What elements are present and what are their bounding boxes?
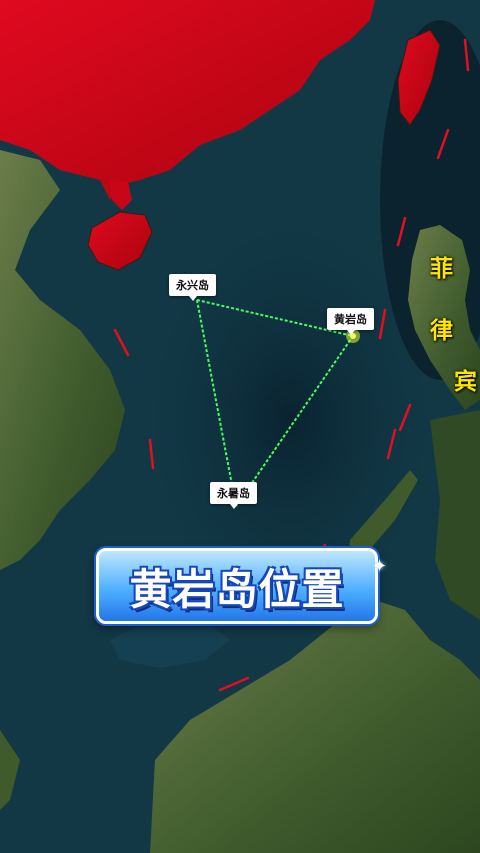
- label-yongshu-island: 永暑岛: [210, 482, 257, 509]
- title-banner: 黄岩岛位置: [96, 548, 378, 624]
- label-yongxing-island: 永兴岛: [169, 274, 216, 301]
- sparkle-icon: ✦: [372, 556, 388, 577]
- banner-title: 黄岩岛位置: [129, 564, 345, 614]
- philippines-label-char-1: 菲: [430, 256, 453, 282]
- label-huangyan-island: 黄岩岛: [327, 308, 374, 335]
- philippines-label-char-2: 律: [430, 318, 453, 344]
- philippines-label-char-3: 宾: [454, 369, 477, 395]
- satellite-map: [0, 0, 480, 853]
